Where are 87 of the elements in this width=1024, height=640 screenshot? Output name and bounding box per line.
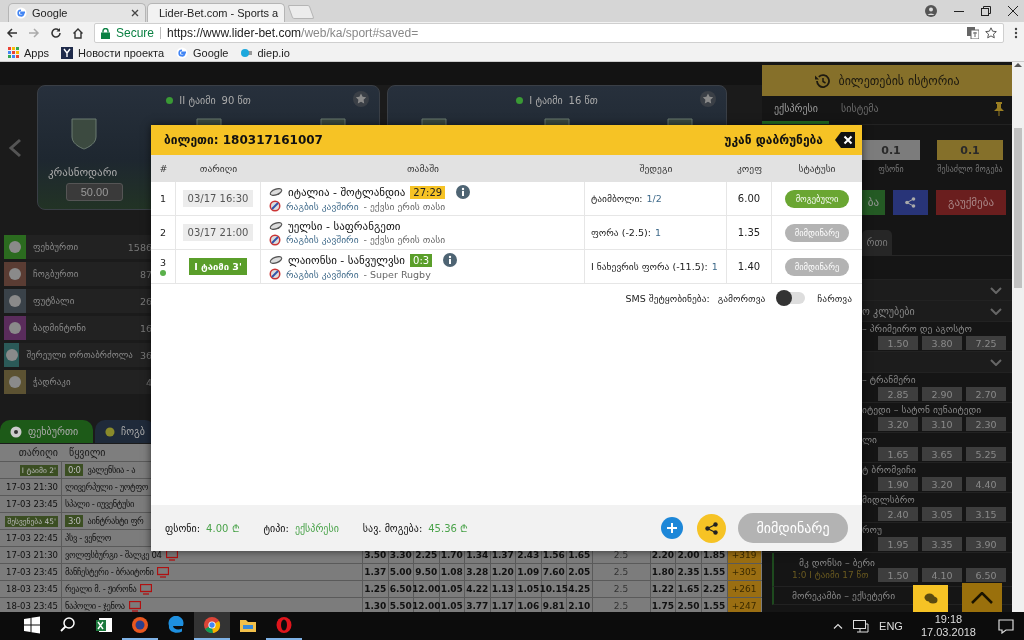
event-count: 1586 bbox=[127, 241, 152, 253]
market-label: ტაიმბოლი: bbox=[591, 193, 643, 204]
clock-date: 17.03.2018 bbox=[920, 626, 976, 639]
pick-value: 1 bbox=[654, 227, 661, 238]
live-time-badge: I ტაიმი 3' bbox=[189, 258, 247, 275]
event-count: 87 bbox=[139, 268, 152, 280]
table-cell: 17-03 21:30 bbox=[6, 550, 58, 560]
sport-name: ფეხბურთი bbox=[33, 242, 80, 252]
table-cell: 17-03 23:45 bbox=[6, 499, 58, 509]
match-name: იტალია - შოტლანდია bbox=[288, 185, 406, 199]
match-name: მკ დონსი – ბერი bbox=[798, 557, 876, 568]
team-name: კრასნოდარი bbox=[48, 166, 118, 179]
sport-name: ჭადრაკი bbox=[33, 377, 72, 387]
odds-value: 1.40 bbox=[737, 261, 761, 272]
amount-field: 0.1 bbox=[937, 140, 1003, 160]
market-label: ფორა (-2.5): bbox=[591, 227, 651, 238]
match-name: ლი bbox=[862, 434, 879, 445]
table-cell: 17-03 23:45 bbox=[6, 567, 58, 577]
league-name: - ექვსი ერის თასი bbox=[363, 200, 446, 212]
sms-label: SMS შეტყობინება: bbox=[625, 292, 710, 304]
clock-time: 19:18 bbox=[934, 613, 963, 626]
match-name: ლაიონსი - სანვულვსი bbox=[288, 253, 406, 267]
match-minute: 16 წთ bbox=[568, 95, 598, 106]
event-count: 36 bbox=[139, 349, 152, 361]
match-name: როუ bbox=[862, 524, 883, 535]
match-name: მორეკამბი – ექსეტერი bbox=[792, 590, 896, 601]
stake-label: ფსონი: bbox=[165, 522, 201, 534]
pick-value: 1 bbox=[711, 261, 718, 272]
league-name: - ექვსი ერის თასი bbox=[363, 234, 446, 245]
type-value: ექსპრესი bbox=[294, 522, 339, 534]
match-name: – ტრანმერი bbox=[862, 374, 917, 385]
sport-name: ჩოგბურთი bbox=[33, 269, 80, 279]
row-number: 1 bbox=[159, 193, 166, 204]
column-header: თამაში bbox=[406, 163, 440, 174]
dialog-title: ბილეთი: 180317161007 bbox=[164, 133, 324, 147]
amount-field: 0.1 bbox=[862, 140, 920, 160]
score-badge: 0:0 bbox=[65, 464, 84, 476]
field-label: ფსონი bbox=[878, 165, 904, 174]
url-text: https://www.lider-bet.com/web/ka/sport#saved= bbox=[167, 26, 419, 40]
match-period: II ტაიმი bbox=[179, 95, 216, 106]
column-header: თარიღი bbox=[199, 163, 238, 174]
sport-name: შერეული ორთაბრძოლა bbox=[26, 350, 133, 360]
event-count: 4 bbox=[145, 376, 152, 388]
win-value: 45.36 ₾ bbox=[428, 522, 469, 535]
date-badge: 03/17 16:30 bbox=[182, 190, 254, 207]
match-name: – პრიმეირო დე აგოსტო bbox=[862, 323, 973, 334]
row-number: 2 bbox=[159, 227, 166, 238]
match-period: I ტაიმი bbox=[529, 95, 563, 106]
score-badge: 0:3 bbox=[410, 253, 433, 267]
date-badge: 03/17 21:00 bbox=[182, 224, 254, 241]
score-badge: 27:29 bbox=[410, 185, 446, 199]
column-header: შედეგი bbox=[639, 163, 673, 174]
table-cell: 17-03 22:45 bbox=[6, 533, 58, 543]
table-cell: 17-03 21:30 bbox=[6, 482, 58, 492]
column-header: კოეფ bbox=[737, 163, 762, 174]
match-name: უელსი - საფრანგეთი bbox=[288, 219, 401, 233]
league-name: ო კლუბები bbox=[862, 305, 915, 317]
row-number: 3 bbox=[159, 257, 166, 268]
type-label: ტიპი: bbox=[263, 522, 289, 534]
live-score: 1:0 I ტაიმი 17 წთ bbox=[792, 570, 870, 580]
column-header: თარიღი bbox=[17, 447, 59, 458]
table-cell: 18-03 23:45 bbox=[6, 601, 58, 611]
win-label: სავ. მოგება: bbox=[362, 522, 423, 534]
toggle-label: გამორთვა bbox=[717, 292, 766, 304]
column-header: სტატუსი bbox=[798, 163, 836, 174]
column-header: # bbox=[159, 163, 168, 174]
market-label: I ნახევრის ფორა (-11.5): bbox=[591, 261, 708, 272]
secure-label: Secure bbox=[116, 26, 155, 40]
odds-value: 6.00 bbox=[737, 193, 761, 204]
table-cell: 18-03 23:45 bbox=[6, 584, 58, 594]
match-name: იტედი – სატონ იუნაიტედი bbox=[862, 404, 983, 415]
field-label: შესაძლო მოგება bbox=[937, 165, 1003, 174]
sport-name: ბადმინტონი bbox=[33, 323, 87, 333]
pick-value: 1/2 bbox=[646, 193, 662, 204]
odds-value: 1.35 bbox=[737, 227, 761, 238]
match-minute: 90 წთ bbox=[221, 95, 251, 106]
stake-value: 4.00 ₾ bbox=[206, 522, 240, 535]
score-badge: 3:0 bbox=[65, 515, 84, 527]
panel-title: ბილეთების ისტორია bbox=[838, 73, 960, 88]
sport-name: ფუტზალი bbox=[33, 296, 76, 306]
match-name: ტ ბრომვიჩი bbox=[862, 464, 917, 475]
league-name: - Super Rugby bbox=[363, 268, 431, 280]
event-count: 26 bbox=[139, 295, 152, 307]
toggle-label: ჩართვა bbox=[817, 292, 852, 304]
match-name: მიდლსბრო bbox=[862, 494, 916, 505]
column-header: წყვილი bbox=[68, 447, 106, 458]
event-count: 16 bbox=[139, 322, 152, 334]
